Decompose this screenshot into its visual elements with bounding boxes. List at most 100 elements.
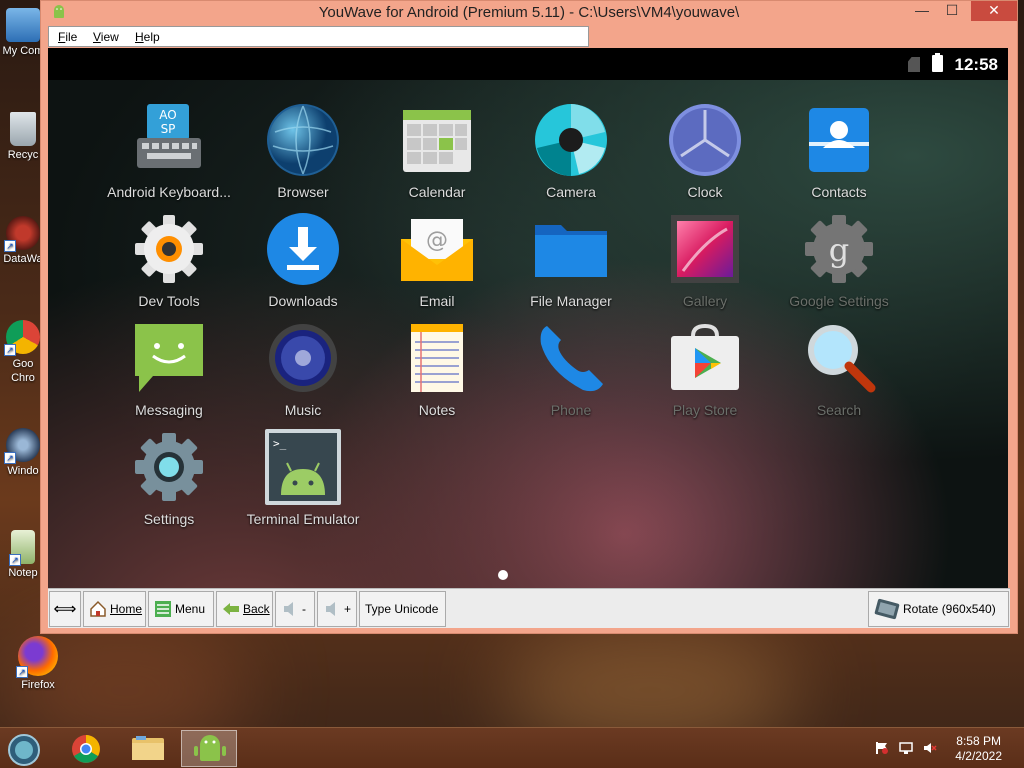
window-title: YouWave for Android (Premium 5.11) - C:\… — [318, 4, 740, 21]
app-search[interactable]: Search — [774, 320, 904, 418]
folder-icon — [533, 211, 609, 287]
taskbar-youwave[interactable] — [181, 730, 237, 767]
play-store-icon — [667, 320, 743, 396]
windows-orb-icon — [8, 734, 40, 766]
app-browser[interactable]: Browser — [238, 102, 368, 200]
rotate-button[interactable]: Rotate (960x540) — [868, 591, 1009, 627]
app-label: Phone — [550, 402, 592, 418]
menu-view[interactable]: View — [93, 30, 119, 44]
menu-file[interactable]: File — [58, 30, 77, 44]
shortcut-arrow-icon: ↗ — [4, 452, 16, 464]
taskbar-file-explorer[interactable] — [120, 730, 176, 767]
computer-icon — [6, 8, 40, 42]
recycle-bin-icon — [10, 112, 36, 146]
window-titlebar[interactable]: YouWave for Android (Premium 5.11) - C:\… — [41, 1, 1017, 25]
app-label: Browser — [277, 184, 329, 200]
shortcut-arrow-icon: ↗ — [9, 554, 21, 566]
speaker-volume-icon — [281, 600, 299, 618]
close-button[interactable]: ✕ — [971, 1, 1017, 21]
datawave-icon: ↗ — [4, 216, 40, 252]
clock-time: 8:58 PM — [956, 734, 1001, 748]
gear-icon — [131, 211, 207, 287]
maximize-button[interactable]: ☐ — [937, 1, 967, 21]
app-email[interactable]: @ Email — [372, 211, 502, 309]
svg-text:SP: SP — [161, 122, 176, 136]
action-center-flag-icon[interactable] — [875, 741, 889, 755]
app-contacts[interactable]: Contacts — [774, 102, 904, 200]
app-label: Play Store — [672, 402, 738, 418]
android-screen[interactable]: 12:58 AO SP Android Keyboard... Browser C… — [48, 48, 1008, 588]
shortcut-arrow-icon: ↗ — [4, 344, 16, 356]
app-play-store[interactable]: Play Store — [640, 320, 770, 418]
menu-button[interactable]: Menu — [148, 591, 214, 627]
back-button[interactable]: Back — [216, 591, 273, 627]
speaker-volume-icon — [323, 600, 341, 618]
app-label: Gallery — [682, 293, 728, 309]
messaging-icon — [131, 320, 207, 396]
resize-button[interactable]: ⟺ — [49, 591, 81, 627]
back-arrow-icon — [222, 600, 240, 618]
app-google-settings[interactable]: g Google Settings — [774, 211, 904, 309]
app-clock[interactable]: Clock — [640, 102, 770, 200]
battery-icon — [932, 53, 943, 72]
volume-muted-icon[interactable] — [923, 741, 937, 755]
emulator-toolbar: ⟺ Home Menu Back - + Type Unicode Rotate… — [48, 588, 1010, 628]
app-gallery[interactable]: Gallery — [640, 211, 770, 309]
terminal-icon: >_ — [265, 429, 341, 505]
app-android-keyboard[interactable]: AO SP Android Keyboard... — [104, 102, 234, 200]
app-label: Settings — [143, 511, 195, 527]
taskbar-chrome[interactable] — [58, 730, 114, 767]
type-unicode-button[interactable]: Type Unicode — [359, 591, 446, 627]
status-time: 12:58 — [954, 55, 998, 74]
clock-icon — [667, 102, 743, 178]
app-phone[interactable]: Phone — [506, 320, 636, 418]
contacts-icon — [801, 102, 877, 178]
app-label: Email — [419, 293, 455, 309]
svg-text:>_: >_ — [273, 437, 287, 450]
app-label: Search — [816, 402, 862, 418]
shortcut-arrow-icon: ↗ — [4, 240, 16, 252]
svg-text:AO: AO — [159, 108, 176, 122]
app-messaging[interactable]: Messaging — [104, 320, 234, 418]
app-notes[interactable]: Notes — [372, 320, 502, 418]
google-settings-icon: g — [801, 211, 877, 287]
home-button[interactable]: Home — [83, 591, 146, 627]
firefox-icon: ↗ — [16, 636, 58, 678]
home-icon — [89, 600, 107, 618]
shortcut-arrow-icon: ↗ — [16, 666, 28, 678]
minimize-button[interactable]: — — [907, 1, 937, 21]
volume-down-button[interactable]: - — [275, 591, 315, 627]
app-dev-tools[interactable]: Dev Tools — [104, 211, 234, 309]
desktop-icon-firefox[interactable]: ↗ Firefox — [0, 636, 76, 691]
email-icon: @ — [399, 211, 475, 287]
notepad-icon: ↗ — [9, 530, 35, 566]
volume-up-button[interactable]: + — [317, 591, 357, 627]
app-label: Downloads — [268, 293, 338, 309]
app-settings[interactable]: Settings — [104, 429, 234, 527]
no-sim-icon — [908, 57, 920, 72]
app-label: Contacts — [811, 184, 867, 200]
notes-icon — [399, 320, 475, 396]
android-app-icon — [194, 735, 226, 761]
app-label: Android Keyboard... — [107, 184, 231, 200]
app-label: Notes — [418, 402, 456, 418]
app-file-manager[interactable]: File Manager — [506, 211, 636, 309]
app-calendar[interactable]: Calendar — [372, 102, 502, 200]
taskbar-clock[interactable]: 8:58 PM 4/2/2022 — [955, 734, 1002, 764]
app-camera[interactable]: Camera — [506, 102, 636, 200]
menu-help[interactable]: Help — [135, 30, 160, 44]
phone-icon — [533, 320, 609, 396]
download-icon — [265, 211, 341, 287]
app-label: Terminal Emulator — [246, 511, 360, 527]
app-label: Google Settings — [789, 293, 889, 309]
camera-icon — [533, 102, 609, 178]
app-downloads[interactable]: Downloads — [238, 211, 368, 309]
chrome-icon — [72, 735, 100, 763]
network-icon[interactable] — [899, 741, 913, 755]
gallery-icon — [667, 211, 743, 287]
android-status-bar: 12:58 — [48, 48, 1008, 80]
app-music[interactable]: Music — [238, 320, 368, 418]
globe-icon — [265, 102, 341, 178]
start-button[interactable] — [0, 730, 52, 767]
app-terminal-emulator[interactable]: >_ Terminal Emulator — [238, 429, 368, 527]
